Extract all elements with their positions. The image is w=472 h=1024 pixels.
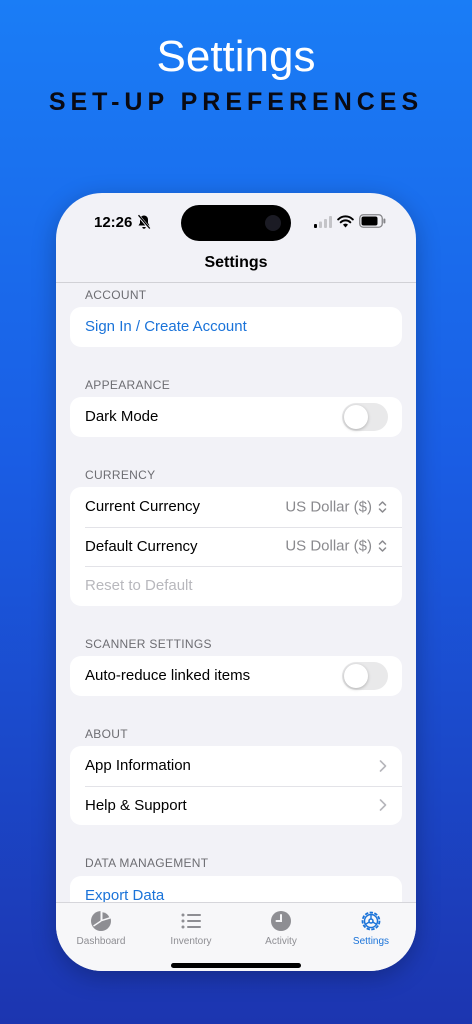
scanner-card: Auto-reduce linked items bbox=[70, 656, 402, 696]
tab-bar: Dashboard Inventory Activity Settings bbox=[56, 902, 416, 971]
current-currency-row[interactable]: Current Currency US Dollar ($) bbox=[70, 487, 402, 527]
dark-mode-row: Dark Mode bbox=[70, 397, 402, 437]
nav-title: Settings bbox=[204, 254, 268, 271]
default-currency-value: US Dollar ($) bbox=[285, 537, 372, 555]
promo-subtitle: SET-UP PREFERENCES bbox=[48, 88, 424, 116]
appearance-card: Dark Mode bbox=[70, 397, 402, 437]
current-currency-value: US Dollar ($) bbox=[285, 498, 372, 516]
help-support-label: Help & Support bbox=[85, 796, 187, 814]
battery-icon bbox=[359, 214, 386, 228]
status-bar: 12:26 bbox=[56, 193, 416, 249]
tab-inventory[interactable]: Inventory bbox=[146, 903, 236, 953]
nav-divider bbox=[56, 282, 416, 283]
account-card: Sign In / Create Account bbox=[70, 307, 402, 347]
phone-frame: 12:26 Settings ACCOUNT Sign In / Create … bbox=[56, 193, 416, 971]
reset-currency-button[interactable]: Reset to Default bbox=[70, 566, 402, 606]
current-currency-label: Current Currency bbox=[85, 498, 201, 516]
default-currency-row[interactable]: Default Currency US Dollar ($) bbox=[70, 526, 402, 567]
sign-in-button[interactable]: Sign In / Create Account bbox=[70, 307, 402, 347]
toggle-knob bbox=[344, 404, 368, 429]
tab-label-inventory: Inventory bbox=[170, 936, 212, 947]
clock-icon bbox=[271, 911, 291, 931]
section-header-appearance: APPEARANCE bbox=[85, 378, 171, 392]
sign-in-label: Sign In / Create Account bbox=[85, 318, 247, 336]
app-information-row[interactable]: App Information bbox=[70, 746, 402, 786]
tab-activity[interactable]: Activity bbox=[236, 903, 326, 953]
tab-label-settings: Settings bbox=[352, 936, 390, 947]
chevron-right-icon bbox=[379, 759, 387, 772]
reset-currency-label: Reset to Default bbox=[85, 577, 193, 595]
tab-settings[interactable]: Settings bbox=[326, 903, 416, 953]
about-card: App Information Help & Support bbox=[70, 746, 402, 825]
section-header-account: ACCOUNT bbox=[85, 288, 147, 302]
dark-mode-toggle[interactable] bbox=[342, 402, 388, 431]
section-header-scanner: SCANNER SETTINGS bbox=[85, 637, 212, 651]
default-currency-label: Default Currency bbox=[85, 537, 198, 555]
wifi-icon bbox=[337, 215, 354, 228]
gear-icon bbox=[361, 911, 381, 931]
tab-dashboard[interactable]: Dashboard bbox=[56, 903, 146, 953]
help-support-row[interactable]: Help & Support bbox=[70, 785, 402, 826]
bell-slash-icon bbox=[137, 214, 151, 230]
auto-reduce-row: Auto-reduce linked items bbox=[70, 656, 402, 696]
section-header-data-management: DATA MANAGEMENT bbox=[85, 856, 209, 870]
front-camera bbox=[265, 215, 281, 231]
chevron-right-icon bbox=[379, 799, 387, 812]
cellular-signal-icon bbox=[314, 216, 332, 228]
section-header-currency: CURRENCY bbox=[85, 468, 156, 482]
app-information-label: App Information bbox=[85, 757, 191, 775]
auto-reduce-toggle[interactable] bbox=[342, 661, 388, 690]
tab-label-activity: Activity bbox=[265, 936, 297, 947]
promo-title: Settings bbox=[156, 32, 316, 81]
home-indicator[interactable] bbox=[171, 963, 301, 968]
pie-chart-icon bbox=[91, 910, 112, 931]
toggle-knob bbox=[344, 663, 368, 688]
chevron-up-down-icon bbox=[378, 501, 387, 513]
auto-reduce-label: Auto-reduce linked items bbox=[85, 667, 251, 685]
list-icon bbox=[181, 913, 201, 929]
section-header-about: ABOUT bbox=[85, 727, 128, 741]
dynamic-island bbox=[181, 205, 291, 241]
chevron-up-down-icon bbox=[378, 540, 387, 552]
currency-card: Current Currency US Dollar ($) Default C… bbox=[70, 487, 402, 606]
status-time: 12:26 bbox=[94, 214, 133, 231]
tab-label-dashboard: Dashboard bbox=[76, 936, 126, 947]
dark-mode-label: Dark Mode bbox=[85, 408, 159, 426]
